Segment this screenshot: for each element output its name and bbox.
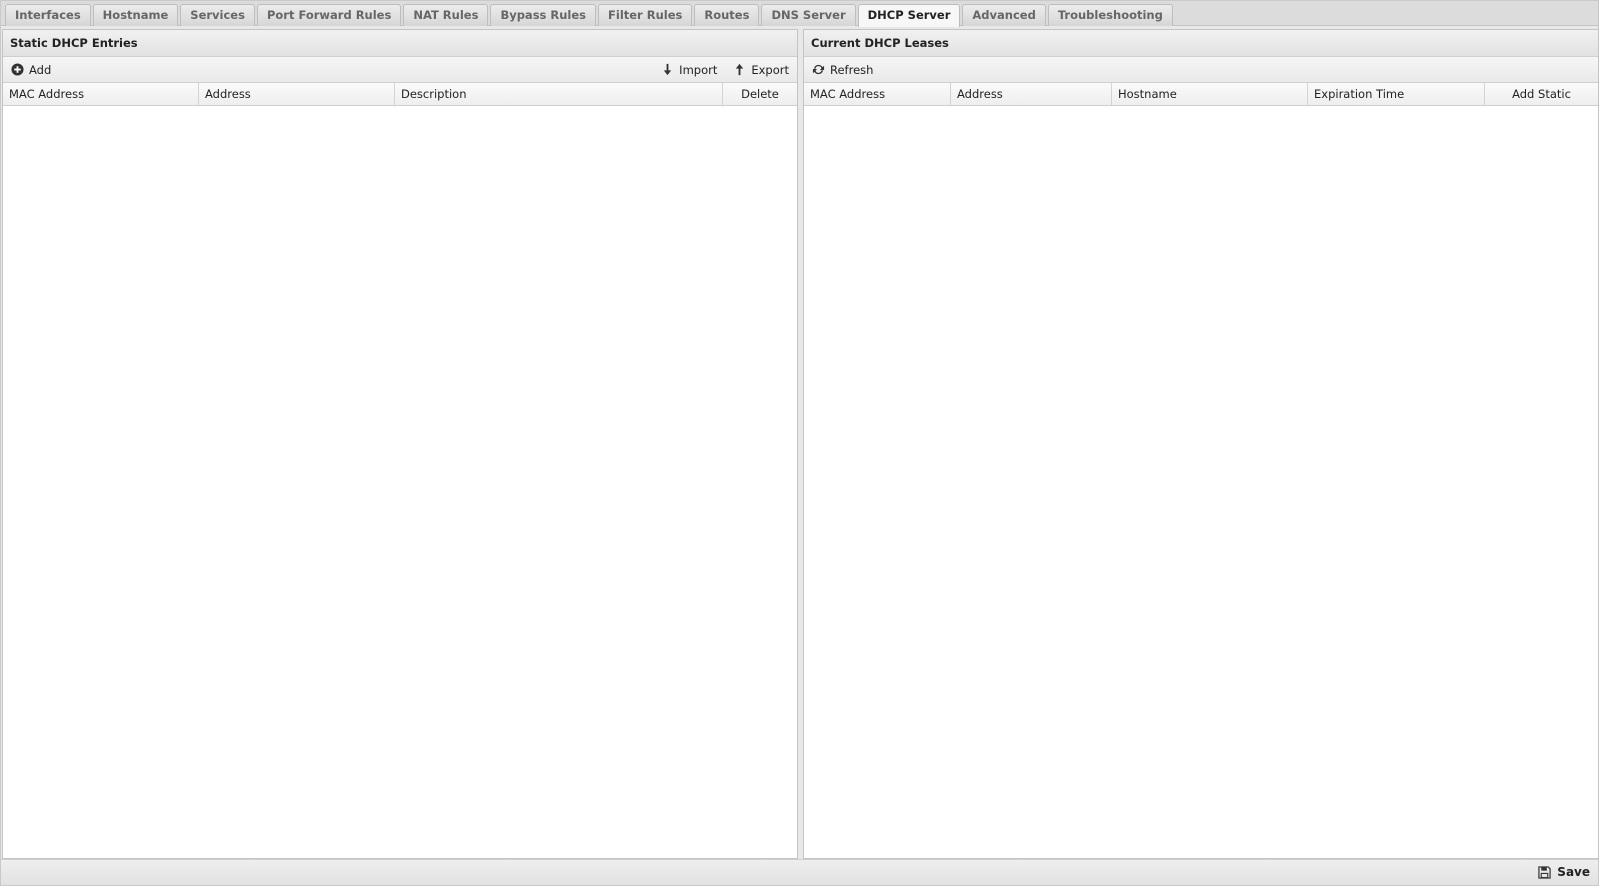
column-address[interactable]: Address [951, 83, 1112, 105]
arrow-down-icon [661, 63, 674, 76]
tab-nat-rules[interactable]: NAT Rules [403, 4, 489, 26]
tab-hostname[interactable]: Hostname [92, 4, 179, 26]
static-dhcp-toolbar: Add Import Export [3, 57, 797, 83]
plus-circle-icon [11, 63, 24, 76]
dhcp-leases-toolbar: Refresh [804, 57, 1598, 83]
save-button[interactable]: Save [1538, 865, 1590, 879]
tab-services[interactable]: Services [180, 4, 255, 26]
import-button[interactable]: Import [659, 63, 719, 77]
import-label: Import [679, 62, 718, 77]
refresh-label: Refresh [830, 62, 874, 77]
export-label: Export [751, 62, 789, 77]
static-dhcp-title: Static DHCP Entries [3, 30, 797, 57]
dhcp-leases-panel: Current DHCP Leases Refresh MAC Address … [803, 29, 1599, 859]
dhcp-leases-title: Current DHCP Leases [804, 30, 1598, 57]
dhcp-leases-table-body[interactable] [804, 106, 1598, 858]
column-address[interactable]: Address [199, 83, 395, 105]
column-hostname[interactable]: Hostname [1112, 83, 1308, 105]
tab-troubleshooting[interactable]: Troubleshooting [1047, 4, 1173, 26]
export-button[interactable]: Export [731, 63, 791, 77]
column-expiration-time[interactable]: Expiration Time [1308, 83, 1485, 105]
column-mac-address[interactable]: MAC Address [3, 83, 199, 105]
column-mac-address[interactable]: MAC Address [804, 83, 951, 105]
tab-bar: Interfaces Hostname Services Port Forwar… [1, 1, 1598, 27]
save-label: Save [1557, 865, 1590, 879]
tab-dns-server[interactable]: DNS Server [761, 4, 856, 26]
tab-port-forward-rules[interactable]: Port Forward Rules [256, 4, 402, 26]
floppy-disk-icon [1538, 865, 1551, 879]
static-dhcp-table-header: MAC Address Address Description Delete [3, 83, 797, 106]
static-dhcp-table-body[interactable] [3, 106, 797, 858]
dhcp-leases-table-header: MAC Address Address Hostname Expiration … [804, 83, 1598, 106]
refresh-button[interactable]: Refresh [810, 63, 875, 77]
tab-routes[interactable]: Routes [694, 4, 760, 26]
column-add-static[interactable]: Add Static [1485, 83, 1598, 105]
tab-interfaces[interactable]: Interfaces [5, 4, 91, 26]
tab-filter-rules[interactable]: Filter Rules [598, 4, 693, 26]
static-dhcp-panel: Static DHCP Entries Add Import Export MA… [2, 29, 798, 859]
add-label: Add [29, 62, 52, 77]
column-description[interactable]: Description [395, 83, 723, 105]
tab-advanced[interactable]: Advanced [962, 4, 1046, 26]
tab-bypass-rules[interactable]: Bypass Rules [490, 4, 597, 26]
column-delete[interactable]: Delete [723, 83, 797, 105]
arrow-up-icon [733, 63, 746, 76]
add-button[interactable]: Add [9, 63, 53, 77]
bottom-toolbar: Save [1, 859, 1598, 885]
tab-dhcp-server[interactable]: DHCP Server [857, 4, 961, 27]
refresh-icon [812, 63, 825, 76]
app-window: Interfaces Hostname Services Port Forwar… [0, 0, 1599, 886]
